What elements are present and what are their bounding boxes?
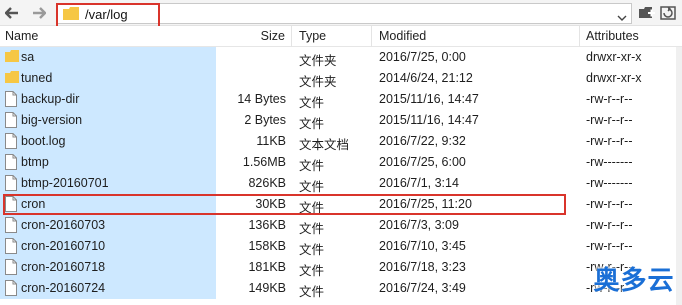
file-size: 158KB (248, 239, 286, 253)
back-arrow-icon (5, 7, 18, 19)
file-attributes: -rw-r--r-- (586, 92, 633, 106)
file-attributes: -rw-r--r-- (586, 239, 633, 253)
file-attributes: -rw-r--r-- (586, 113, 633, 127)
file-size: 14 Bytes (237, 92, 286, 106)
file-size: 11KB (256, 134, 286, 148)
file-name: cron-20160724 (21, 281, 106, 295)
path-text: /var/log (85, 7, 128, 22)
file-icon (5, 112, 19, 129)
file-attributes: drwxr-xr-x (586, 71, 642, 85)
table-row[interactable]: btmp 1.56MB 文件 2016/7/25, 6:00 -rw------- (0, 152, 682, 173)
watermark-logo: 奥多云 (593, 265, 675, 296)
file-name: backup-dir (21, 92, 80, 106)
file-type: 文件 (299, 285, 325, 299)
table-row[interactable]: backup-dir 14 Bytes 文件 2015/11/16, 14:47 -rw… (0, 89, 682, 110)
file-icon (5, 217, 19, 234)
file-modified: 2015/11/16, 14:47 (379, 92, 479, 106)
file-modified: 2016/7/18, 3:23 (379, 260, 466, 274)
file-icon (5, 154, 19, 171)
folder-icon (5, 49, 19, 66)
file-attributes: -rw-r--r-- (586, 197, 633, 211)
table-row[interactable]: cron-20160724 149KB 文件 2016/7/24, 3:49 -rw-r… (0, 278, 682, 299)
file-type: 文件 (299, 96, 325, 110)
column-modified-header[interactable]: Modified (372, 26, 580, 47)
file-modified: 2015/11/16, 14:47 (379, 113, 479, 127)
file-name: cron (21, 197, 46, 211)
file-modified: 2016/7/22, 9:32 (379, 134, 466, 148)
file-icon (5, 133, 19, 150)
file-icon (5, 238, 19, 255)
column-header: Name Size Type Modified Attributes (0, 26, 682, 47)
file-size: 826KB (248, 176, 286, 190)
table-row[interactable]: cron-20160710 158KB 文件 2016/7/10, 3:45 -rw-r… (0, 236, 682, 257)
file-modified: 2016/7/3, 3:09 (379, 218, 459, 232)
column-attributes-header[interactable]: Attributes (580, 26, 682, 47)
file-size: 149KB (248, 281, 286, 295)
file-type: 文件 (299, 243, 325, 257)
file-size: 2 Bytes (244, 113, 286, 127)
table-row[interactable]: big-version 2 Bytes 文件 2015/11/16, 14:47 -rw… (0, 110, 682, 131)
file-type: 文件 (299, 222, 325, 236)
file-attributes: -rw------- (586, 176, 633, 190)
toolbar: /var/log (0, 0, 682, 26)
file-modified: 2016/7/25, 0:00 (379, 50, 466, 64)
forward-button[interactable] (30, 4, 48, 22)
file-name: btmp-20160701 (21, 176, 109, 190)
file-icon (5, 196, 19, 213)
refresh-icon (660, 6, 676, 20)
file-icon (5, 175, 19, 192)
table-row[interactable]: sa 文件夹 2016/7/25, 0:00 drwxr-xr-x (0, 47, 682, 68)
file-name: cron-20160718 (21, 260, 106, 274)
table-row[interactable]: cron-20160718 181KB 文件 2016/7/18, 3:23 -rw-r… (0, 257, 682, 278)
file-attributes: -rw-r--r-- (586, 134, 633, 148)
refresh-button[interactable] (658, 4, 678, 22)
table-row[interactable]: tuned 文件夹 2014/6/24, 21:12 drwxr-xr-x (0, 68, 682, 89)
file-modified: 2016/7/1, 3:14 (379, 176, 459, 190)
folder-icon (63, 7, 79, 23)
file-attributes: -rw-r--r-- (586, 218, 633, 232)
file-type: 文件夹 (299, 75, 337, 89)
path-field[interactable]: /var/log (56, 3, 632, 24)
file-type: 文件 (299, 180, 325, 194)
column-size-header[interactable]: Size (218, 26, 292, 47)
table-row[interactable]: cron-20160703 136KB 文件 2016/7/3, 3:09 -rw-r-… (0, 215, 682, 236)
file-name: btmp (21, 155, 49, 169)
file-type: 文件 (299, 117, 325, 131)
file-modified: 2016/7/25, 6:00 (379, 155, 466, 169)
file-type: 文件 (299, 264, 325, 278)
new-folder-icon (639, 7, 655, 18)
chevron-down-icon[interactable] (617, 10, 627, 24)
file-modified: 2016/7/25, 11:20 (379, 197, 472, 211)
file-modified: 2016/7/10, 3:45 (379, 239, 466, 253)
file-attributes: drwxr-xr-x (586, 50, 642, 64)
file-name: sa (21, 50, 35, 64)
file-name: cron-20160710 (21, 239, 106, 253)
column-type-header[interactable]: Type (292, 26, 372, 47)
table-row[interactable]: cron 30KB 文件 2016/7/25, 11:20 -rw-r--r-- (0, 194, 682, 215)
file-size: 1.56MB (242, 155, 286, 169)
file-size: 181KB (248, 260, 286, 274)
file-size: 136KB (248, 218, 286, 232)
new-folder-button[interactable] (637, 4, 657, 22)
file-icon (5, 280, 19, 297)
file-size: 30KB (255, 197, 286, 211)
file-icon (5, 259, 19, 276)
back-button[interactable] (3, 4, 21, 22)
file-type: 文件夹 (299, 54, 337, 68)
file-type: 文件 (299, 201, 325, 215)
file-name: tuned (21, 71, 53, 85)
forward-arrow-icon (33, 7, 46, 19)
file-attributes: -rw------- (586, 155, 633, 169)
file-modified: 2014/6/24, 21:12 (379, 71, 473, 85)
file-name: big-version (21, 113, 83, 127)
table-row[interactable]: boot.log 11KB 文本文档 2016/7/22, 9:32 -rw-r--r-… (0, 131, 682, 152)
folder-icon (5, 70, 19, 87)
file-type: 文件 (299, 159, 325, 173)
file-name: cron-20160703 (21, 218, 106, 232)
table-row[interactable]: btmp-20160701 826KB 文件 2016/7/1, 3:14 -rw---… (0, 173, 682, 194)
file-name: boot.log (21, 134, 66, 148)
file-type: 文本文档 (299, 138, 350, 152)
file-modified: 2016/7/24, 3:49 (379, 281, 466, 295)
file-icon (5, 91, 19, 108)
